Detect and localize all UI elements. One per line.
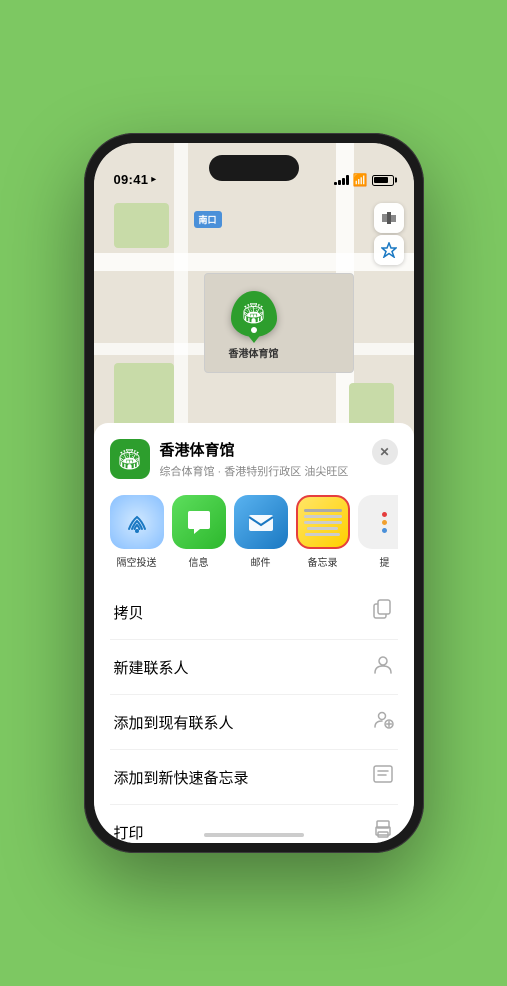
status-icons: 📶 bbox=[334, 173, 393, 187]
more-icon-item[interactable]: 提 bbox=[358, 495, 398, 569]
location-button[interactable] bbox=[374, 235, 404, 265]
copy-icon bbox=[372, 598, 394, 626]
add-contact-label: 添加到现有联系人 bbox=[114, 712, 234, 733]
notes-icon bbox=[296, 495, 350, 549]
mail-icon bbox=[234, 495, 288, 549]
venue-stadium-icon: 🏟 bbox=[117, 447, 142, 472]
notes-icon-item[interactable]: 备忘录 bbox=[296, 495, 350, 569]
location-icon: ▸ bbox=[151, 174, 156, 185]
share-app-icons-row: 隔空投送 信息 bbox=[110, 495, 398, 569]
notes-label: 备忘录 bbox=[308, 554, 338, 569]
messages-icon bbox=[172, 495, 226, 549]
copy-label: 拷贝 bbox=[114, 602, 144, 623]
battery-icon bbox=[372, 175, 394, 186]
airdrop-icon-item[interactable]: 隔空投送 bbox=[110, 495, 164, 569]
bottom-sheet: 🏟 香港体育馆 综合体育馆 · 香港特别行政区 油尖旺区 ✕ bbox=[94, 423, 414, 843]
home-indicator bbox=[204, 833, 304, 837]
phone-frame: 09:41 ▸ 📶 南口 bbox=[84, 133, 424, 853]
venue-title: 香港体育馆 bbox=[160, 439, 349, 460]
map-road-h1 bbox=[94, 253, 414, 271]
pin-circle: 🏟 bbox=[231, 291, 277, 337]
airdrop-label: 隔空投送 bbox=[117, 554, 157, 569]
messages-label: 信息 bbox=[189, 554, 209, 569]
stadium-pin[interactable]: 🏟 香港体育馆 bbox=[229, 291, 279, 360]
mail-label: 邮件 bbox=[251, 554, 271, 569]
pin-dot bbox=[251, 327, 257, 333]
action-row-copy[interactable]: 拷贝 bbox=[110, 585, 398, 640]
messages-icon-item[interactable]: 信息 bbox=[172, 495, 226, 569]
venue-icon: 🏟 bbox=[110, 439, 150, 479]
map-type-button[interactable] bbox=[374, 203, 404, 233]
phone-screen: 09:41 ▸ 📶 南口 bbox=[94, 143, 414, 843]
stadium-icon: 🏟 bbox=[241, 304, 266, 324]
action-row-new-contact[interactable]: 新建联系人 bbox=[110, 640, 398, 695]
print-icon bbox=[372, 818, 394, 843]
map-entrance-label: 南口 bbox=[194, 211, 222, 228]
airdrop-icon bbox=[110, 495, 164, 549]
wifi-icon: 📶 bbox=[353, 173, 368, 187]
new-contact-label: 新建联系人 bbox=[114, 657, 189, 678]
quick-note-icon bbox=[372, 763, 394, 791]
map-stadium-block bbox=[204, 273, 354, 373]
mail-icon-item[interactable]: 邮件 bbox=[234, 495, 288, 569]
map-controls bbox=[374, 203, 404, 265]
more-label: 提 bbox=[380, 554, 390, 569]
new-contact-icon bbox=[372, 653, 394, 681]
action-row-add-contact[interactable]: 添加到现有联系人 bbox=[110, 695, 398, 750]
status-time: 09:41 bbox=[114, 172, 149, 187]
print-label: 打印 bbox=[114, 822, 144, 843]
venue-info: 香港体育馆 综合体育馆 · 香港特别行政区 油尖旺区 bbox=[160, 439, 349, 479]
venue-header: 🏟 香港体育馆 综合体育馆 · 香港特别行政区 油尖旺区 ✕ bbox=[110, 439, 398, 479]
dynamic-island bbox=[209, 155, 299, 181]
action-row-print[interactable]: 打印 bbox=[110, 805, 398, 843]
venue-subtitle: 综合体育馆 · 香港特别行政区 油尖旺区 bbox=[160, 463, 349, 479]
map-green-area-1 bbox=[114, 203, 169, 248]
action-row-quick-note[interactable]: 添加到新快速备忘录 bbox=[110, 750, 398, 805]
signal-bars-icon bbox=[334, 175, 349, 185]
add-contact-icon bbox=[372, 708, 394, 736]
pin-label: 香港体育馆 bbox=[229, 345, 279, 360]
quick-note-label: 添加到新快速备忘录 bbox=[114, 767, 249, 788]
close-button[interactable]: ✕ bbox=[372, 439, 398, 465]
more-icon bbox=[358, 495, 398, 549]
